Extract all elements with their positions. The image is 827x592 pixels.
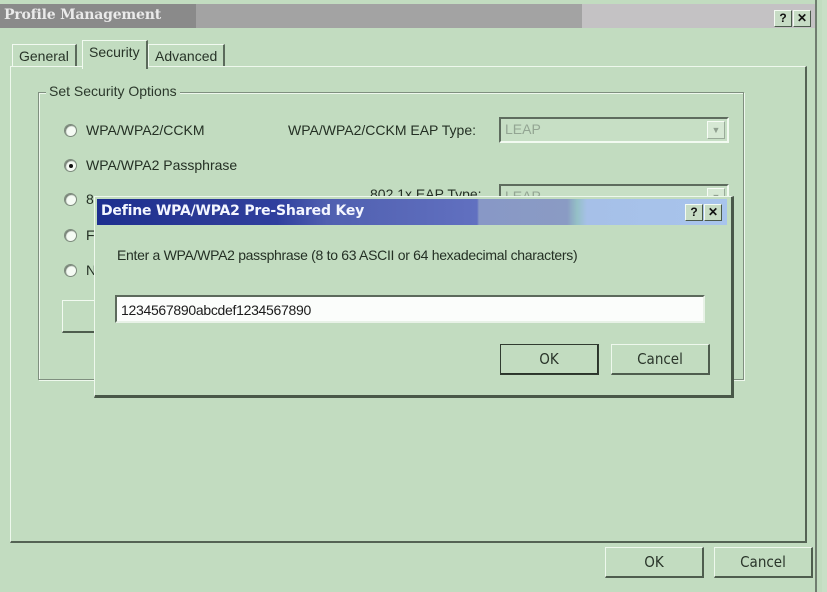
security-options-group-title: Set Security Options	[46, 83, 180, 99]
window-titlebar[interactable]: Profile Management ? ✕	[0, 4, 815, 28]
tab-security[interactable]: Security	[82, 40, 148, 69]
radio-button-checked[interactable]	[64, 159, 77, 172]
chevron-down-icon[interactable]: ▼	[707, 121, 725, 139]
window-border	[822, 0, 827, 592]
radio-button[interactable]	[64, 264, 77, 277]
tab-advanced[interactable]: Advanced	[148, 44, 226, 67]
window-title: Profile Management	[4, 7, 161, 23]
help-icon[interactable]: ?	[685, 204, 703, 221]
passphrase-prompt: Enter a WPA/WPA2 passphrase (8 to 63 ASC…	[117, 247, 578, 263]
wpa-eap-type-value: LEAP	[505, 121, 541, 137]
close-icon[interactable]: ✕	[704, 204, 722, 221]
wpa-eap-type-label: WPA/WPA2/CCKM EAP Type:	[288, 122, 477, 138]
cancel-button[interactable]: Cancel	[714, 547, 813, 578]
tab-general[interactable]: General	[12, 44, 77, 67]
define-psk-dialog: Define WPA/WPA2 Pre-Shared Key ? ✕ Enter…	[94, 196, 734, 398]
ok-button[interactable]: OK	[605, 547, 704, 578]
radio-label: WPA/WPA2 Passphrase	[86, 157, 238, 173]
radio-button[interactable]	[64, 229, 77, 242]
dialog-ok-button[interactable]: OK	[500, 344, 599, 375]
passphrase-input[interactable]: 1234567890abcdef1234567890	[115, 295, 705, 323]
dialog-titlebar[interactable]: Define WPA/WPA2 Pre-Shared Key ? ✕	[97, 199, 727, 225]
dialog-title: Define WPA/WPA2 Pre-Shared Key	[101, 203, 365, 219]
radio-button[interactable]	[64, 124, 77, 137]
radio-label: 8	[86, 191, 94, 207]
dialog-cancel-button[interactable]: Cancel	[611, 344, 710, 375]
radio-label: WPA/WPA2/CCKM	[86, 122, 205, 138]
help-icon[interactable]: ?	[774, 10, 792, 27]
radio-button[interactable]	[64, 193, 77, 206]
wpa-eap-type-select[interactable]: LEAP ▼	[499, 117, 729, 143]
close-icon[interactable]: ✕	[793, 10, 811, 27]
